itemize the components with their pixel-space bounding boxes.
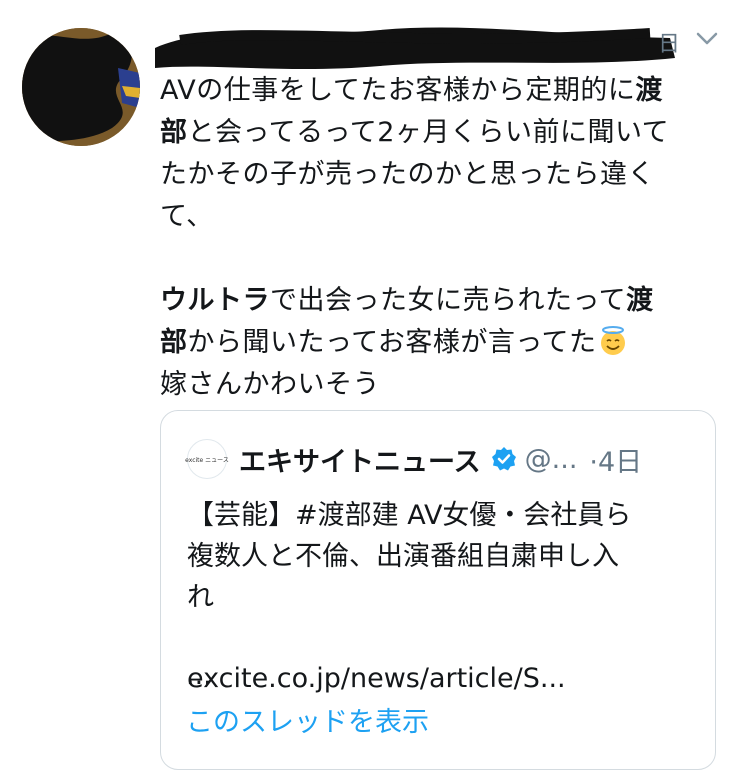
quoted-text-line: 複数人と不倫、出演番組自粛申し入 — [187, 541, 619, 572]
tweet-text-segment: たかその子が売ったのかと思ったら違く — [160, 159, 655, 190]
tweet-text-bold: 渡 — [635, 75, 663, 106]
author-avatar[interactable] — [22, 28, 140, 146]
quoted-account-handle: @... — [524, 443, 578, 475]
tweet-text-segment: から聞いたってお客様が言ってた — [187, 327, 597, 358]
quoted-tweet-header: excite ニュース エキサイトニュース @... ·4日 — [185, 439, 643, 479]
tweet-text-line: たかその子が売ったのかと思ったら違く — [160, 154, 735, 196]
tweet-text-bold: 部 — [160, 117, 188, 148]
quoted-tweet-text: 【芸能】#渡部建 AV女優・会社員ら 複数人と不倫、出演番組自粛申し入 れ — [187, 495, 697, 618]
quoted-article-link[interactable]: excite.co.jp/news/article/S... — [187, 663, 566, 694]
quoted-text-line: れ — [187, 582, 214, 613]
tweet-text-line: て、 — [160, 196, 735, 238]
tweet-text-line: 部から聞いたってお客様が言ってた — [160, 322, 735, 364]
quoted-tweet-date: ·4日 — [589, 446, 643, 478]
tweet-text-segment: て、 — [160, 201, 214, 232]
show-thread-link[interactable]: このスレッドを表示 — [186, 700, 429, 739]
quoted-account-name[interactable]: エキサイトニュース — [239, 440, 481, 479]
tweet-text: AVの仕事をしてたお客様から定期的に渡 部と会ってるって2ヶ月くらい前に聞いて たか… — [160, 70, 735, 406]
tweet-text-line: 部と会ってるって2ヶ月くらい前に聞いて — [160, 112, 735, 154]
quoted-account-avatar[interactable]: excite ニュース — [185, 439, 229, 479]
tweet-text-line: 嫁さんかわいそう — [160, 364, 735, 406]
chevron-down-icon[interactable] — [694, 28, 720, 50]
avatar-redaction-scribble — [22, 28, 140, 146]
tweet-text-segment: AVの仕事をしてたお客様から定期的に — [160, 75, 636, 106]
tweet-text-line: AVの仕事をしてたお客様から定期的に渡 — [160, 70, 735, 112]
username-redaction — [155, 27, 675, 70]
tweet-text-bold: ウルトラ — [160, 285, 270, 316]
verified-badge-icon — [491, 447, 516, 471]
tweet-text-bold: 部 — [160, 327, 188, 358]
tweet-text-segment: 嫁さんかわいそう — [160, 369, 380, 400]
tweet-text-line — [160, 238, 735, 280]
tweet-text-bold: 渡 — [626, 285, 654, 316]
tweet-text-line: ウルトラで出会った女に売られたって渡 — [160, 280, 735, 322]
quoted-text-ellipsis: ... — [186, 660, 212, 691]
quoted-text-line: 【芸能】#渡部建 AV女優・会社員ら — [187, 500, 632, 531]
smiling-face-with-halo-icon — [600, 326, 625, 355]
tweet-text-segment: と会ってるって2ヶ月くらい前に聞いて — [187, 117, 670, 148]
tweet-text-segment: で出会った女に売られたって — [270, 285, 627, 316]
tweet-date: 日 — [658, 32, 681, 57]
